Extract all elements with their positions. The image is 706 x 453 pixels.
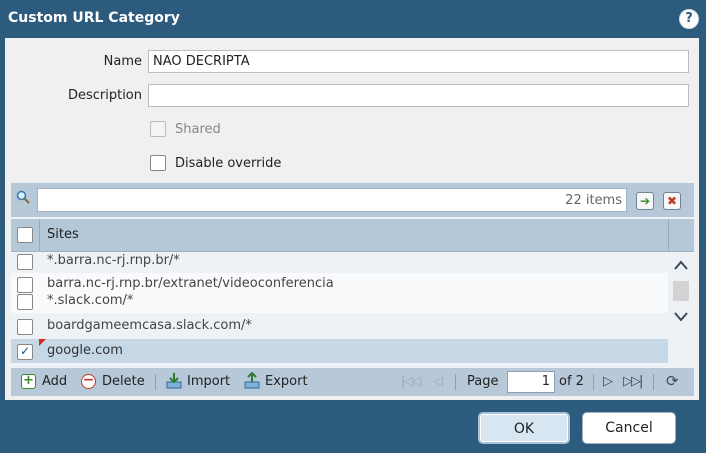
site-cell: boardgameemcasa.slack.com/* [47,318,252,333]
table-row[interactable]: barra.nc-rj.rnp.br/extranet/videoconfere… [11,273,668,313]
cancel-button[interactable]: Cancel [582,412,676,444]
import-icon[interactable] [165,372,183,390]
column-divider [39,219,40,251]
sites-column-header[interactable]: Sites [47,227,79,242]
site-cell: *.barra.nc-rj.rnp.br/* [47,253,180,268]
last-page-icon[interactable]: ▷▷| [623,374,643,389]
help-icon[interactable]: ? [679,9,699,29]
dialog-title: Custom URL Category [8,10,180,26]
scroll-thumb[interactable] [673,281,689,301]
scroll-down-icon[interactable] [674,312,688,322]
clear-filter-icon[interactable]: ✖ [663,192,681,210]
row-checkbox[interactable] [17,277,33,293]
page-label: Page [467,374,499,389]
row-checkbox[interactable] [17,254,33,270]
toolbar-divider [455,374,456,390]
grid-scrollbar[interactable] [668,252,694,352]
add-icon[interactable]: + [21,374,36,389]
scroll-up-icon[interactable] [674,260,688,270]
description-label: Description [67,88,142,103]
modified-marker-icon [39,339,46,346]
toolbar-divider [155,374,156,390]
row-checkbox[interactable] [17,319,33,335]
name-input[interactable]: NAO DECRIPTA [148,50,689,73]
sites-grid: 22 items ➔ ✖ Sites *.barra.nc-rj.rnp.br/… [11,183,694,396]
previous-page-icon[interactable]: ◁ [433,374,443,389]
table-row[interactable]: *.barra.nc-rj.rnp.br/* [11,252,668,272]
search-icon [16,190,30,204]
shared-label: Shared [175,122,221,137]
next-page-icon[interactable]: ▷ [603,374,613,389]
dialog-titlebar: Custom URL Category ? [0,0,706,38]
select-all-checkbox[interactable] [17,227,33,243]
grid-search-bar: 22 items ➔ ✖ [11,183,694,217]
export-button[interactable]: Export [265,374,308,389]
import-button[interactable]: Import [187,374,230,389]
apply-filter-icon[interactable]: ➔ [636,192,654,210]
dialog-body: Name NAO DECRIPTA Description Shared Dis… [5,38,699,400]
page-total-label: of 2 [559,374,584,389]
page-number-input[interactable]: 1 [507,371,555,393]
grid-toolbar: + Add − Delete Import Export |◁◁ ◁ Page … [11,368,694,396]
grid-header: Sites [11,219,694,252]
row-checkbox-checked[interactable]: ✓ [17,344,33,360]
name-label: Name [103,54,142,69]
row-checkbox[interactable] [17,294,33,310]
site-cell: *.slack.com/* [47,293,134,308]
disable-override-checkbox[interactable] [150,155,166,171]
export-icon[interactable] [243,372,261,390]
description-input[interactable] [148,84,689,107]
delete-button[interactable]: Delete [102,374,145,389]
first-page-icon[interactable]: |◁◁ [401,374,421,389]
table-row-selected[interactable]: ✓ google.com [11,339,668,363]
toolbar-divider [653,374,654,390]
items-count: 22 items [565,193,622,208]
refresh-icon[interactable]: ⟳ [666,372,679,390]
site-cell: google.com [47,343,123,358]
shared-checkbox [150,121,166,137]
column-divider [668,219,669,251]
disable-override-label: Disable override [175,156,282,171]
table-row[interactable]: boardgameemcasa.slack.com/* [11,314,668,338]
add-button[interactable]: Add [42,374,67,389]
search-input[interactable]: 22 items [37,188,627,212]
ok-button[interactable]: OK [478,412,570,444]
toolbar-divider [593,374,594,390]
delete-icon[interactable]: − [81,373,96,389]
site-cell: barra.nc-rj.rnp.br/extranet/videoconfere… [47,276,334,291]
